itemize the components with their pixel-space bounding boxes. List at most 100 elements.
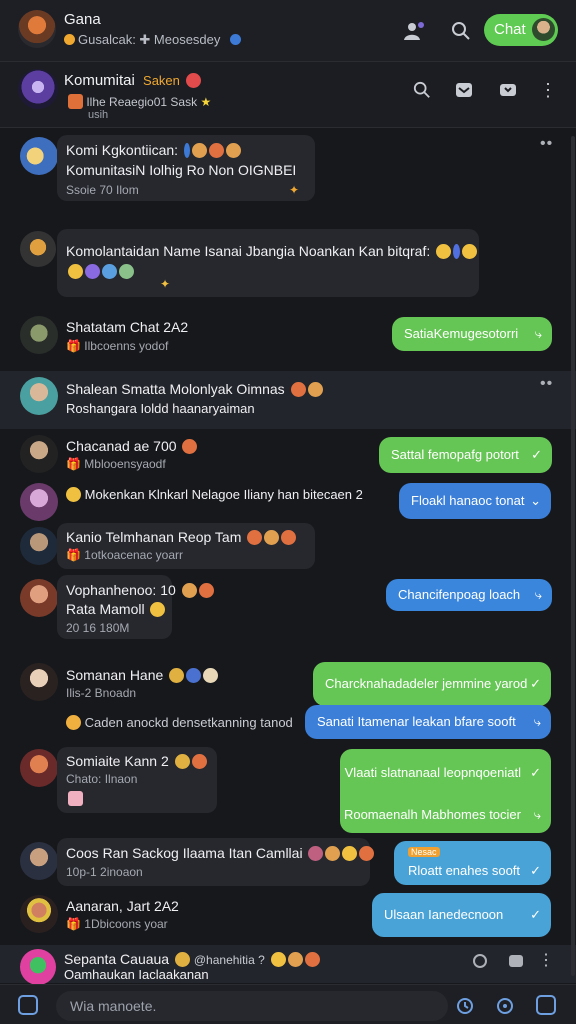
group-subtitle: Ilhe Reaegio01 Sask ★ xyxy=(66,94,211,109)
message-input[interactable]: Wia manoete. xyxy=(56,991,448,1021)
inbox-icon[interactable] xyxy=(452,78,476,102)
reaction-emojis xyxy=(66,264,134,279)
message-text: Caden anockd densetkanning tanod xyxy=(64,715,293,730)
reply-icon: ⤷ xyxy=(533,807,541,822)
clock-icon[interactable] xyxy=(454,995,476,1017)
read-check-icon: ✓ xyxy=(531,447,542,462)
group-title: Komumitai Saken xyxy=(64,72,202,89)
chevron-down-icon: ⌄ xyxy=(530,493,541,508)
list-item[interactable]: Sepanta Cauaua @hanehitia ? Oamhaukan Ia… xyxy=(0,945,576,985)
reply-bubble[interactable]: Floakl hanaoc tonat ⌄ xyxy=(399,483,551,519)
message-text: Oamhaukan Iaclaakanan xyxy=(64,967,209,982)
more-icon[interactable]: •• xyxy=(540,135,553,153)
gift-icon xyxy=(68,94,83,109)
list-item[interactable]: Somiaite Kann 2 Chato: Ilnaon Vlaati sla… xyxy=(0,745,576,845)
avatar xyxy=(20,579,58,617)
app-title: Gana xyxy=(64,11,101,28)
gift-icon: 🎁 xyxy=(66,917,81,931)
image-icon[interactable] xyxy=(506,951,526,971)
message-meta: Chato: Ilnaon xyxy=(66,772,138,786)
sender-name: Komi Kgkontiican: xyxy=(66,142,241,158)
avatar xyxy=(20,749,58,787)
list-item[interactable]: Shalean Smatta Molonlyak Oimnas Roshanga… xyxy=(0,371,576,429)
reply-bubble[interactable]: SatiaKemugesotorri ⤷ xyxy=(392,317,552,351)
video-icon[interactable] xyxy=(496,78,520,102)
reply-bubble[interactable]: Nesac Rloatt enahes sooft ✓ xyxy=(394,841,551,885)
list-item[interactable]: Caden anockd densetkanning tanod xyxy=(0,711,576,739)
group-header: Komumitai Saken Ilhe Reaegio01 Sask ★ us… xyxy=(0,62,576,128)
read-check-icon: ⤷ xyxy=(534,326,542,341)
location-icon[interactable] xyxy=(470,951,490,971)
sender-name: Somiaite Kann 2 xyxy=(66,753,207,769)
message-meta: Ilis-2 Bnoadn xyxy=(66,686,137,700)
sender-name: Shalean Smatta Molonlyak Oimnas xyxy=(66,381,323,397)
avatar xyxy=(20,949,56,985)
reply-bubble[interactable]: Chancifenpoag loach ⤷ xyxy=(386,579,552,611)
profile-avatar[interactable] xyxy=(18,10,56,48)
search-icon[interactable] xyxy=(448,18,474,44)
message-text: Roshangara Ioldd haanaryaiman xyxy=(66,401,255,416)
list-item[interactable]: Mokenkan Klnkarl Nelagoe Iliany han bite… xyxy=(0,481,576,523)
send-icon[interactable] xyxy=(536,995,556,1015)
list-item[interactable]: Coos Ran Sackog Ilaama Itan Camllai 10p-… xyxy=(0,838,576,890)
reply-bubble[interactable]: Ulsaan Ianedecnoon ✓ xyxy=(372,893,551,937)
list-item[interactable]: Chacanad ae 700 🎁 Mblooensyaodf Sattal f… xyxy=(0,431,576,481)
avatar xyxy=(20,137,58,175)
star-icon: ★ xyxy=(200,95,212,109)
reply-icon: ⤷ xyxy=(534,587,542,602)
list-item[interactable]: Komi Kgkontiican: KomunitasiN Iolhig Ro … xyxy=(0,129,576,209)
list-item[interactable]: Shatatam Chat 2A2 🎁 Ilbcoenns yodof Sati… xyxy=(0,309,576,371)
sender-name: Sepanta Cauaua @hanehitia ? xyxy=(64,951,320,967)
gift-icon: 🎁 xyxy=(66,339,81,353)
group-subtitle-2: usih xyxy=(88,109,109,121)
message-meta: Ssoie 70 Ilom xyxy=(66,183,139,197)
star-icon: ✦ xyxy=(160,277,171,291)
avatar xyxy=(20,895,58,933)
scrollbar[interactable] xyxy=(571,136,575,976)
message-meta: 10p-1 2inoaon xyxy=(66,865,143,879)
search-icon[interactable] xyxy=(410,78,434,102)
status-dot-icon xyxy=(64,34,75,45)
avatar xyxy=(20,483,58,521)
avatar xyxy=(20,316,58,354)
person-plus-icon[interactable] xyxy=(400,18,428,44)
sender-name: Vophanhenoo: 10 xyxy=(66,582,214,598)
reply-bubble[interactable]: Charcknahadadeler jemmine yarod ✓ xyxy=(313,662,551,706)
list-item[interactable]: Aanaran, Jart 2A2 🎁 1Dbicoons yoar Ulsaa… xyxy=(0,891,576,943)
reply-bubble[interactable]: Vlaati slatnanaal leopnqoeniatl ✓ Roomae… xyxy=(340,749,551,833)
message-meta: 🎁 1otkoacenac yoarr xyxy=(66,548,184,562)
avatar xyxy=(20,377,58,415)
message-text: Mokenkan Klnkarl Nelagoe Iliany han bite… xyxy=(64,487,363,502)
sender-name: Somanan Hane xyxy=(66,667,219,683)
gift-icon: 🎁 xyxy=(66,548,81,562)
attach-icon[interactable] xyxy=(18,995,38,1015)
message-text: KomunitasiN Iolhig Ro Non OIGNBEI xyxy=(66,162,297,178)
app-subtitle: Gusalcak: ✚ Meosesdey xyxy=(64,32,244,48)
avatar xyxy=(20,435,58,473)
top-bar: Gana Gusalcak: ✚ Meosesdey Chat xyxy=(0,0,576,62)
more-icon[interactable]: ⋮ xyxy=(536,949,556,971)
star-icon: ✦ xyxy=(289,183,300,197)
mic-icon[interactable] xyxy=(494,995,516,1017)
more-icon[interactable]: •• xyxy=(540,375,553,393)
message-meta: 20 16 180M xyxy=(66,621,130,635)
read-check-icon: ✓ xyxy=(530,765,541,780)
read-check-icon: ✓ xyxy=(530,676,541,691)
list-item[interactable]: Vophanhenoo: 10 Rata Mamoll 20 16 180M C… xyxy=(0,575,576,641)
message-text: Rata Mamoll xyxy=(66,601,166,617)
chat-button[interactable]: Chat xyxy=(484,14,558,46)
sender-name: Coos Ran Sackog Ilaama Itan Camllai xyxy=(66,845,375,861)
more-icon[interactable]: ⋮ xyxy=(536,78,560,102)
reply-bubble[interactable]: Sattal femopafg potort ✓ xyxy=(379,437,552,473)
info-icon xyxy=(230,34,242,45)
read-check-icon: ✓ xyxy=(530,907,541,922)
list-item[interactable]: Kanio Telmhanan Reop Tam 🎁 1otkoacenac y… xyxy=(0,521,576,571)
message-meta: 🎁 1Dbicoons yoar xyxy=(66,917,168,931)
sender-name: Chacanad ae 700 xyxy=(66,438,198,454)
chat-avatar xyxy=(532,18,555,41)
list-item[interactable]: Komolantaidan Name Isanai Jbangia Noanka… xyxy=(0,219,576,309)
message-feed: Komi Kgkontiican: KomunitasiN Iolhig Ro … xyxy=(0,129,576,985)
avatar xyxy=(20,527,58,565)
avatar xyxy=(20,663,58,701)
group-avatar[interactable] xyxy=(18,69,58,109)
